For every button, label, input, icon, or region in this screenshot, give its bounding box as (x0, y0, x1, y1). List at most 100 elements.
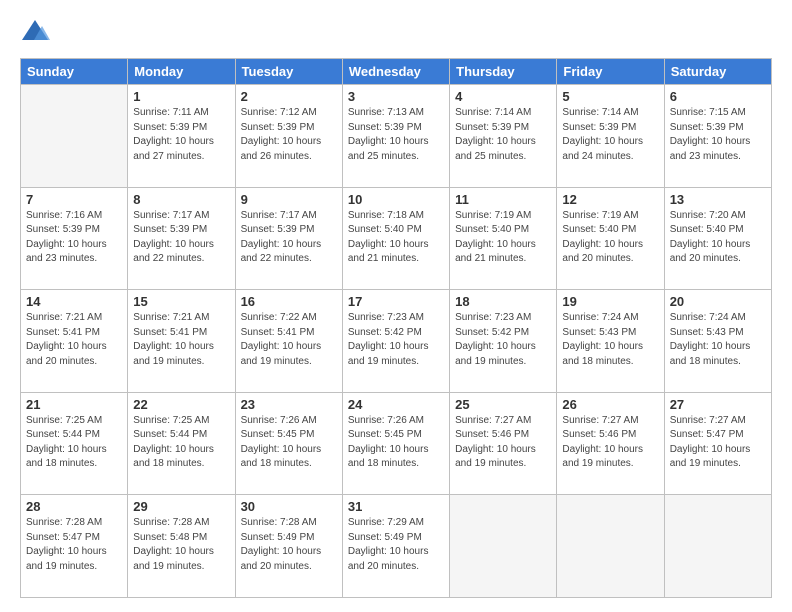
day-number: 26 (562, 397, 658, 412)
day-number: 18 (455, 294, 551, 309)
day-info: Sunrise: 7:15 AM Sunset: 5:39 PM Dayligh… (670, 106, 766, 164)
calendar-cell: 1 Sunrise: 7:11 AM Sunset: 5:39 PM Daylig… (128, 85, 235, 188)
day-number: 23 (241, 397, 337, 412)
day-number: 22 (133, 397, 229, 412)
calendar-cell: 26 Sunrise: 7:27 AM Sunset: 5:46 PM Dayli… (557, 392, 664, 495)
day-info: Sunrise: 7:17 AM Sunset: 5:39 PM Dayligh… (241, 209, 337, 267)
day-info: Sunrise: 7:24 AM Sunset: 5:43 PM Dayligh… (562, 311, 658, 369)
calendar-cell (557, 495, 664, 598)
day-info: Sunrise: 7:12 AM Sunset: 5:39 PM Dayligh… (241, 106, 337, 164)
calendar-cell: 27 Sunrise: 7:27 AM Sunset: 5:47 PM Dayli… (664, 392, 771, 495)
day-number: 13 (670, 192, 766, 207)
calendar-cell: 23Sunrise: 7:26 AM Sunset: 5:45 PM Dayli… (235, 392, 342, 495)
day-info: Sunrise: 7:11 AM Sunset: 5:39 PM Dayligh… (133, 106, 229, 164)
calendar-cell: 18Sunrise: 7:23 AM Sunset: 5:42 PM Dayli… (450, 290, 557, 393)
calendar-table: SundayMondayTuesdayWednesdayThursdayFrid… (20, 58, 772, 598)
day-number: 4 (455, 89, 551, 104)
calendar-cell: 5Sunrise: 7:14 AM Sunset: 5:39 PM Daylig… (557, 85, 664, 188)
day-number: 15 (133, 294, 229, 309)
day-info: Sunrise: 7:28 AM Sunset: 5:49 PM Dayligh… (241, 516, 337, 574)
logo (20, 18, 56, 46)
calendar-cell: 10 Sunrise: 7:18 AM Sunset: 5:40 PM Dayli… (342, 187, 449, 290)
day-info: Sunrise: 7:18 AM Sunset: 5:40 PM Dayligh… (348, 209, 444, 267)
day-info: Sunrise: 7:28 AM Sunset: 5:48 PM Dayligh… (133, 516, 229, 574)
day-number: 6 (670, 89, 766, 104)
weekday-header-friday: Friday (557, 59, 664, 85)
day-number: 1 (133, 89, 229, 104)
weekday-header-wednesday: Wednesday (342, 59, 449, 85)
day-number: 10 (348, 192, 444, 207)
day-number: 7 (26, 192, 122, 207)
page-header (20, 18, 772, 46)
day-info: Sunrise: 7:26 AM Sunset: 5:45 PM Dayligh… (348, 414, 444, 472)
day-number: 19 (562, 294, 658, 309)
day-info: Sunrise: 7:19 AM Sunset: 5:40 PM Dayligh… (562, 209, 658, 267)
day-info: Sunrise: 7:14 AM Sunset: 5:39 PM Dayligh… (455, 106, 551, 164)
day-info: Sunrise: 7:27 AM Sunset: 5:46 PM Dayligh… (562, 414, 658, 472)
calendar-cell (664, 495, 771, 598)
day-number: 30 (241, 499, 337, 514)
day-info: Sunrise: 7:16 AM Sunset: 5:39 PM Dayligh… (26, 209, 122, 267)
day-info: Sunrise: 7:23 AM Sunset: 5:42 PM Dayligh… (348, 311, 444, 369)
calendar-week-row: 1 Sunrise: 7:11 AM Sunset: 5:39 PM Daylig… (21, 85, 772, 188)
calendar-page: SundayMondayTuesdayWednesdayThursdayFrid… (0, 0, 792, 612)
calendar-cell: 29 Sunrise: 7:28 AM Sunset: 5:48 PM Dayli… (128, 495, 235, 598)
day-number: 27 (670, 397, 766, 412)
calendar-cell: 28Sunrise: 7:28 AM Sunset: 5:47 PM Dayli… (21, 495, 128, 598)
calendar-week-row: 14Sunrise: 7:21 AM Sunset: 5:41 PM Dayli… (21, 290, 772, 393)
day-info: Sunrise: 7:29 AM Sunset: 5:49 PM Dayligh… (348, 516, 444, 574)
calendar-cell: 30 Sunrise: 7:28 AM Sunset: 5:49 PM Dayli… (235, 495, 342, 598)
calendar-cell: 15Sunrise: 7:21 AM Sunset: 5:41 PM Dayli… (128, 290, 235, 393)
day-number: 29 (133, 499, 229, 514)
day-info: Sunrise: 7:22 AM Sunset: 5:41 PM Dayligh… (241, 311, 337, 369)
day-info: Sunrise: 7:24 AM Sunset: 5:43 PM Dayligh… (670, 311, 766, 369)
calendar-cell: 14Sunrise: 7:21 AM Sunset: 5:41 PM Dayli… (21, 290, 128, 393)
day-number: 17 (348, 294, 444, 309)
calendar-cell: 25 Sunrise: 7:27 AM Sunset: 5:46 PM Dayli… (450, 392, 557, 495)
calendar-header-row: SundayMondayTuesdayWednesdayThursdayFrid… (21, 59, 772, 85)
weekday-header-tuesday: Tuesday (235, 59, 342, 85)
calendar-cell: 21 Sunrise: 7:25 AM Sunset: 5:44 PM Dayli… (21, 392, 128, 495)
calendar-cell: 12 Sunrise: 7:19 AM Sunset: 5:40 PM Dayli… (557, 187, 664, 290)
calendar-cell: 16 Sunrise: 7:22 AM Sunset: 5:41 PM Dayli… (235, 290, 342, 393)
calendar-cell: 8 Sunrise: 7:17 AM Sunset: 5:39 PM Daylig… (128, 187, 235, 290)
logo-icon (20, 18, 50, 46)
day-info: Sunrise: 7:25 AM Sunset: 5:44 PM Dayligh… (133, 414, 229, 472)
day-info: Sunrise: 7:25 AM Sunset: 5:44 PM Dayligh… (26, 414, 122, 472)
day-info: Sunrise: 7:27 AM Sunset: 5:47 PM Dayligh… (670, 414, 766, 472)
day-number: 28 (26, 499, 122, 514)
day-number: 16 (241, 294, 337, 309)
calendar-cell: 31 Sunrise: 7:29 AM Sunset: 5:49 PM Dayli… (342, 495, 449, 598)
calendar-week-row: 21 Sunrise: 7:25 AM Sunset: 5:44 PM Dayli… (21, 392, 772, 495)
calendar-cell: 2Sunrise: 7:12 AM Sunset: 5:39 PM Daylig… (235, 85, 342, 188)
day-number: 8 (133, 192, 229, 207)
day-number: 14 (26, 294, 122, 309)
day-number: 5 (562, 89, 658, 104)
day-info: Sunrise: 7:17 AM Sunset: 5:39 PM Dayligh… (133, 209, 229, 267)
calendar-cell: 7 Sunrise: 7:16 AM Sunset: 5:39 PM Daylig… (21, 187, 128, 290)
calendar-cell: 17 Sunrise: 7:23 AM Sunset: 5:42 PM Dayli… (342, 290, 449, 393)
calendar-cell: 20 Sunrise: 7:24 AM Sunset: 5:43 PM Dayli… (664, 290, 771, 393)
weekday-header-saturday: Saturday (664, 59, 771, 85)
calendar-cell: 6 Sunrise: 7:15 AM Sunset: 5:39 PM Daylig… (664, 85, 771, 188)
calendar-cell: 13Sunrise: 7:20 AM Sunset: 5:40 PM Dayli… (664, 187, 771, 290)
calendar-cell: 19 Sunrise: 7:24 AM Sunset: 5:43 PM Dayli… (557, 290, 664, 393)
day-number: 25 (455, 397, 551, 412)
day-number: 12 (562, 192, 658, 207)
calendar-cell (450, 495, 557, 598)
calendar-cell (21, 85, 128, 188)
weekday-header-monday: Monday (128, 59, 235, 85)
weekday-header-thursday: Thursday (450, 59, 557, 85)
day-number: 31 (348, 499, 444, 514)
calendar-cell: 11Sunrise: 7:19 AM Sunset: 5:40 PM Dayli… (450, 187, 557, 290)
day-info: Sunrise: 7:13 AM Sunset: 5:39 PM Dayligh… (348, 106, 444, 164)
day-number: 11 (455, 192, 551, 207)
day-number: 24 (348, 397, 444, 412)
calendar-cell: 4 Sunrise: 7:14 AM Sunset: 5:39 PM Daylig… (450, 85, 557, 188)
day-number: 9 (241, 192, 337, 207)
day-info: Sunrise: 7:27 AM Sunset: 5:46 PM Dayligh… (455, 414, 551, 472)
day-number: 21 (26, 397, 122, 412)
weekday-header-sunday: Sunday (21, 59, 128, 85)
calendar-cell: 3Sunrise: 7:13 AM Sunset: 5:39 PM Daylig… (342, 85, 449, 188)
day-number: 20 (670, 294, 766, 309)
